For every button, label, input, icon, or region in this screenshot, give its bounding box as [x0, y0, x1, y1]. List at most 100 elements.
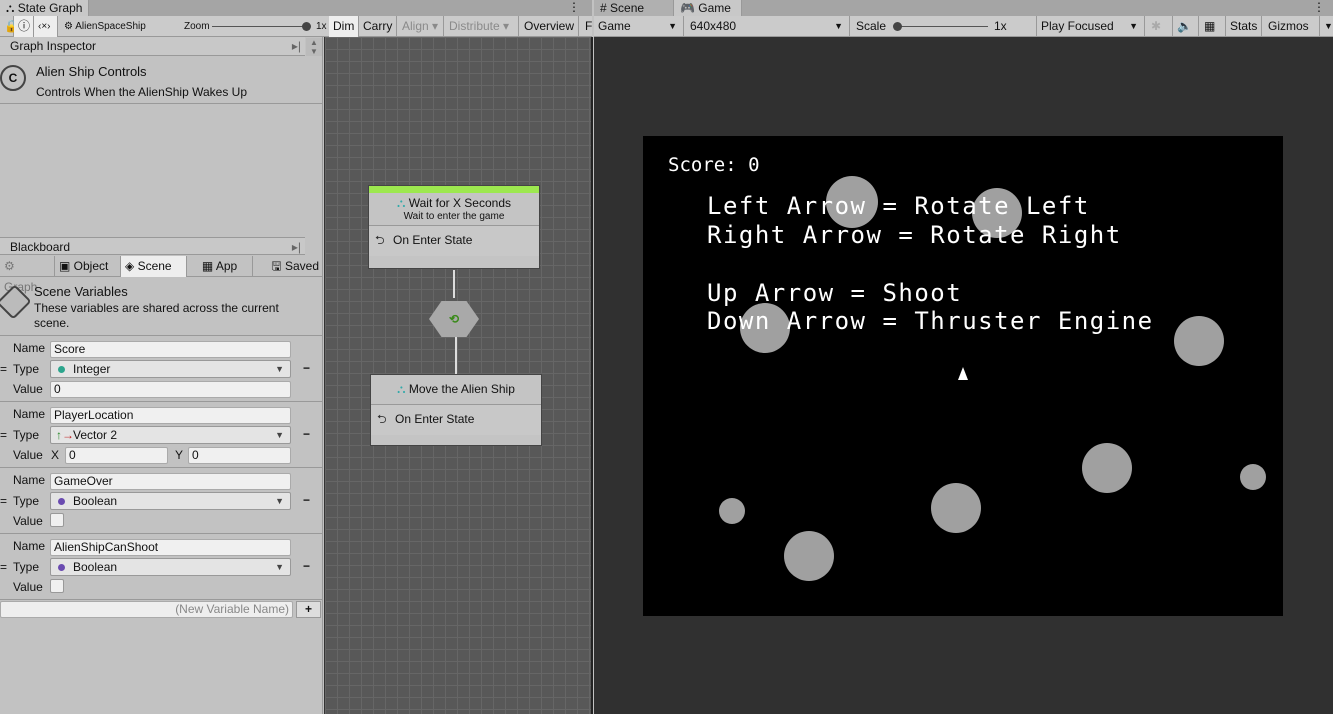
event-icon: ⮌	[377, 412, 387, 426]
new-variable-name-input[interactable]: (New Variable Name)	[0, 601, 293, 618]
type-dropdown[interactable]: Boolean ▼	[50, 492, 291, 510]
graph-selector[interactable]: ⚙ AlienSpaceShip	[60, 16, 150, 37]
align-dropdown[interactable]: Align ▾	[398, 16, 444, 37]
graph-canvas[interactable]: ⛬ Wait for X Seconds Wait to enter the g…	[324, 37, 593, 714]
resolution-dropdown[interactable]: 640x480 ▼	[686, 16, 850, 37]
scale-control[interactable]: Scale 1x	[852, 16, 1037, 37]
state-node-move[interactable]: ⛬ Move the Alien Ship ⮌ On Enter State	[370, 374, 542, 446]
value-checkbox[interactable]	[50, 513, 64, 527]
value-label: Value	[13, 382, 43, 396]
game-toolbar: Game ▼ 640x480 ▼ Scale 1x Play Focused ▼ ✱ …	[594, 16, 1333, 37]
add-variable-button[interactable]: +	[296, 601, 321, 618]
dim-button[interactable]: Dim	[329, 16, 360, 37]
tab-app[interactable]: ▦ App	[187, 256, 253, 277]
remove-variable-button[interactable]: −	[303, 559, 310, 573]
asteroid	[1240, 464, 1266, 490]
dock-icon[interactable]: ▸|	[292, 37, 301, 56]
variable-gameover: Name GameOver = Type Boolean ▼ − Value	[0, 468, 323, 534]
more-icon[interactable]: ⋮	[1313, 0, 1325, 14]
type-dropdown[interactable]: ↑→ Vector 2 ▼	[50, 426, 291, 444]
vector2-type-icon: ↑→	[56, 428, 74, 442]
drag-handle-icon[interactable]: =	[0, 560, 7, 574]
state-node-wait[interactable]: ⛬ Wait for X Seconds Wait to enter the g…	[368, 185, 540, 269]
stats-button[interactable]: Stats	[1226, 16, 1263, 37]
remove-variable-button[interactable]: −	[303, 361, 310, 375]
display-dropdown[interactable]: Game ▼	[594, 16, 684, 37]
name-label: Name	[13, 539, 46, 553]
transition-node[interactable]: ⟲	[429, 301, 479, 337]
more-icon[interactable]: ⋮	[568, 0, 580, 14]
type-label: Type	[13, 428, 40, 442]
variable-score: Name Score = Type Integer ▼ − Value 0	[0, 336, 323, 402]
value-checkbox[interactable]	[50, 579, 64, 593]
variable-value-input[interactable]: 0	[50, 381, 291, 398]
score-text: Score: 0	[668, 154, 760, 176]
tab-state-graph[interactable]: ⛬ State Graph	[0, 0, 90, 16]
on-enter-state-row[interactable]: ⮌ On Enter State	[369, 226, 539, 256]
bug-icon[interactable]: ✱	[1147, 16, 1173, 37]
overview-button[interactable]: Overview	[520, 16, 580, 37]
game-view[interactable]: Score: 0 Left Arrow = Rotate Left Right …	[594, 37, 1333, 714]
node-subtitle: Wait to enter the game	[403, 211, 505, 222]
blackboard-header: Blackboard ▸|	[0, 237, 305, 255]
boolean-type-icon	[58, 498, 65, 505]
game-tabbar: # Scene 🎮 Game ⋮	[594, 0, 1333, 16]
name-label: Name	[13, 341, 46, 355]
type-label: Type	[13, 362, 40, 376]
asteroid	[784, 531, 834, 581]
gizmos-button[interactable]: Gizmos	[1264, 16, 1320, 37]
dock-icon[interactable]: ▸|	[292, 238, 301, 256]
asteroid	[931, 483, 981, 533]
variable-name-input[interactable]: GameOver	[50, 473, 291, 490]
drag-handle-icon[interactable]: =	[0, 428, 7, 442]
remove-variable-button[interactable]: −	[303, 493, 310, 507]
variable-name-input[interactable]: PlayerLocation	[50, 407, 291, 424]
scrollbar[interactable]: ▲ ▼	[306, 38, 322, 56]
boolean-type-icon	[58, 564, 65, 571]
drag-handle-icon[interactable]: =	[0, 362, 7, 376]
graph-title: Alien Ship Controls	[36, 64, 147, 79]
blackboard: Blackboard ▸| ⚙ Graph ▣ Object ◈ Scene ▦ …	[0, 237, 323, 714]
scale-slider[interactable]	[898, 26, 988, 27]
scale-slider-handle[interactable]	[893, 22, 902, 31]
on-enter-state-row[interactable]: ⮌ On Enter State	[371, 405, 541, 435]
instruction-line: Up Arrow = Shoot	[707, 279, 963, 307]
type-label: Type	[13, 560, 40, 574]
type-dropdown[interactable]: Integer ▼	[50, 360, 291, 378]
variable-name-input[interactable]: AlienShipCanShoot	[50, 539, 291, 556]
state-graph-tabbar: ⛬ State Graph ⋮	[0, 0, 592, 16]
carry-button[interactable]: Carry	[359, 16, 398, 37]
divider	[0, 103, 323, 104]
tab-graph[interactable]: ⚙ Graph	[0, 256, 55, 294]
section-title: Scene Variables	[34, 284, 128, 299]
state-icon: ⛬	[397, 382, 409, 396]
game-screen[interactable]: Score: 0 Left Arrow = Rotate Left Right …	[643, 136, 1283, 616]
variable-name-input[interactable]: Score	[50, 341, 291, 358]
tab-object[interactable]: ▣ Object	[55, 256, 121, 277]
lock-icon[interactable]: 🔒	[0, 16, 19, 37]
remove-variable-button[interactable]: −	[303, 427, 310, 441]
graph-icon: ⛬	[6, 1, 18, 15]
tab-scene[interactable]: ◈ Scene	[121, 256, 187, 277]
distribute-dropdown[interactable]: Distribute ▾	[445, 16, 519, 37]
y-label: Y	[175, 448, 184, 462]
gizmos-dropdown-icon[interactable]: ▼	[1320, 16, 1333, 37]
tab-game[interactable]: 🎮 Game	[674, 0, 742, 16]
zoom-label: Zoom	[184, 21, 210, 32]
graph-icon: C	[0, 65, 26, 91]
audio-mute-icon[interactable]: 🔈	[1173, 16, 1199, 37]
blackboard-tabs: ⚙ Graph ▣ Object ◈ Scene ▦ App 🖫 Saved	[0, 256, 323, 294]
tab-saved[interactable]: 🖫 Saved	[253, 256, 323, 277]
play-mode-dropdown[interactable]: Play Focused ▼	[1037, 16, 1145, 37]
type-dropdown[interactable]: Boolean ▼	[50, 558, 291, 576]
drag-handle-icon[interactable]: =	[0, 494, 7, 508]
y-input[interactable]: 0	[188, 447, 291, 464]
variable-alienshipcanshoot: Name AlienShipCanShoot = Type Boolean ▼ −…	[0, 534, 323, 600]
info-icon[interactable]: ⓘ	[14, 16, 34, 37]
tab-scene[interactable]: # Scene	[594, 0, 674, 16]
zoom-slider-handle[interactable]	[302, 22, 311, 31]
x-input[interactable]: 0	[65, 447, 168, 464]
variables-icon[interactable]: ‹×›	[34, 16, 58, 37]
grid-icon[interactable]: ▦	[1200, 16, 1226, 37]
zoom-slider[interactable]	[212, 26, 306, 27]
